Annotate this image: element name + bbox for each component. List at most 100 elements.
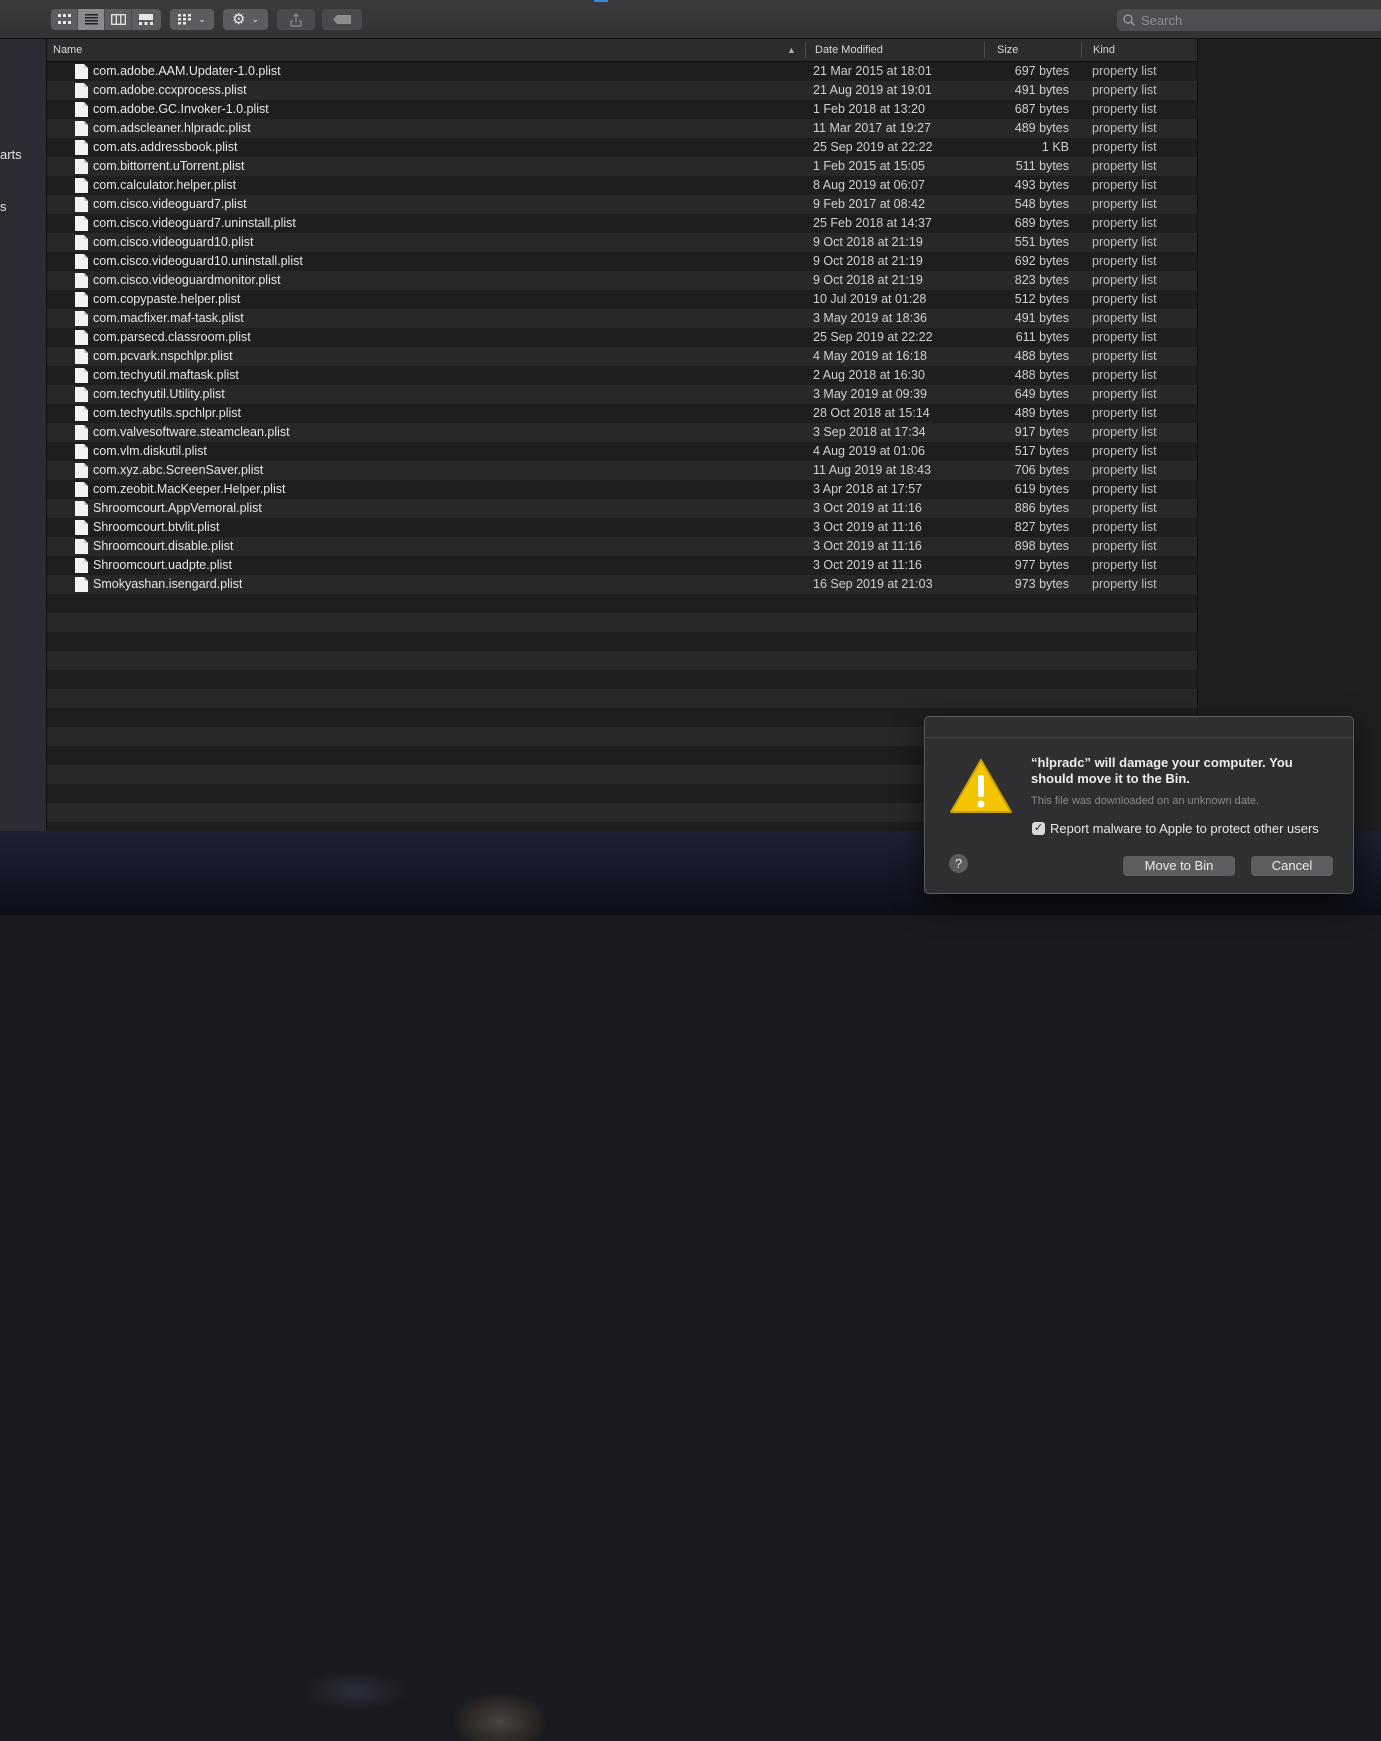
file-name: com.adobe.ccxprocess.plist — [93, 83, 247, 97]
folder-title-icon — [594, 0, 608, 2]
file-kind: property list — [1092, 121, 1157, 135]
file-row[interactable]: com.copypaste.helper.plist 10 Jul 2019 at… — [47, 290, 1197, 309]
file-row[interactable]: Shroomcourt.disable.plist 3 Oct 2019 at 1… — [47, 537, 1197, 556]
search-placeholder: Search — [1141, 12, 1183, 28]
file-date-modified: 1 Feb 2018 at 13:20 — [813, 102, 925, 116]
tag-button[interactable] — [322, 9, 362, 30]
finder-toolbar: ⌄ ⚙ ⌄ Search — [0, 0, 1381, 39]
column-divider[interactable] — [1081, 42, 1082, 58]
file-date-modified: 3 Oct 2019 at 11:16 — [813, 558, 922, 572]
gallery-view-button[interactable] — [132, 9, 159, 30]
file-name: com.cisco.videoguardmonitor.plist — [93, 273, 281, 287]
file-row[interactable]: com.zeobit.MacKeeper.Helper.plist 3 Apr 2… — [47, 480, 1197, 499]
file-date-modified: 3 Oct 2019 at 11:16 — [813, 520, 922, 534]
file-row[interactable]: com.cisco.videoguard10.uninstall.plist 9 … — [47, 252, 1197, 271]
file-name: com.techyutils.spchlpr.plist — [93, 406, 241, 420]
file-row[interactable]: com.cisco.videoguard10.plist 9 Oct 2018 a… — [47, 233, 1197, 252]
share-button[interactable] — [277, 9, 315, 30]
file-size: 619 bytes — [1014, 482, 1069, 496]
empty-row — [47, 632, 1197, 651]
file-date-modified: 11 Aug 2019 at 18:43 — [813, 463, 931, 477]
sort-ascending-icon[interactable]: ▲ — [787, 39, 796, 61]
file-name: com.vlm.diskutil.plist — [93, 444, 207, 458]
document-icon — [75, 273, 88, 288]
move-to-bin-button[interactable]: Move to Bin — [1123, 856, 1235, 876]
file-row[interactable]: Shroomcourt.uadpte.plist 3 Oct 2019 at 11… — [47, 556, 1197, 575]
file-size: 491 bytes — [1014, 311, 1069, 325]
file-name: com.zeobit.MacKeeper.Helper.plist — [93, 482, 286, 496]
file-kind: property list — [1092, 425, 1157, 439]
column-header-name[interactable]: Name — [53, 39, 82, 61]
gallery-view-icon — [138, 14, 153, 25]
file-row[interactable]: com.cisco.videoguard7.plist 9 Feb 2017 at… — [47, 195, 1197, 214]
file-name: com.techyutil.Utility.plist — [93, 387, 225, 401]
file-date-modified: 10 Jul 2019 at 01:28 — [813, 292, 927, 306]
file-row[interactable]: Smokyashan.isengard.plist 16 Sep 2019 at … — [47, 575, 1197, 594]
file-size: 689 bytes — [1014, 216, 1069, 230]
icon-view-button[interactable] — [51, 9, 78, 30]
column-header-kind[interactable]: Kind — [1093, 39, 1115, 61]
column-divider[interactable] — [984, 42, 985, 58]
file-row[interactable]: com.cisco.videoguardmonitor.plist 9 Oct 2… — [47, 271, 1197, 290]
file-row[interactable]: com.valvesoftware.steamclean.plist 3 Sep … — [47, 423, 1197, 442]
file-date-modified: 9 Oct 2018 at 21:19 — [813, 273, 923, 287]
file-row[interactable]: com.techyutil.maftask.plist 2 Aug 2018 at… — [47, 366, 1197, 385]
file-date-modified: 3 Sep 2018 at 17:34 — [813, 425, 926, 439]
group-by-button[interactable]: ⌄ — [170, 9, 214, 30]
file-row[interactable]: com.adscleaner.hlpradc.plist 11 Mar 2017 … — [47, 119, 1197, 138]
document-icon — [75, 292, 88, 307]
file-date-modified: 25 Sep 2019 at 22:22 — [813, 140, 933, 154]
document-icon — [75, 121, 88, 136]
file-row[interactable]: com.calculator.helper.plist 8 Aug 2019 at… — [47, 176, 1197, 195]
document-icon — [75, 311, 88, 326]
file-kind: property list — [1092, 406, 1157, 420]
column-view-icon — [110, 14, 126, 25]
file-row[interactable]: com.adobe.ccxprocess.plist 21 Aug 2019 at… — [47, 81, 1197, 100]
file-row[interactable]: Shroomcourt.btvlit.plist 3 Oct 2019 at 11… — [47, 518, 1197, 537]
action-menu-button[interactable]: ⚙ ⌄ — [223, 9, 268, 30]
document-icon — [75, 501, 88, 516]
file-kind: property list — [1092, 539, 1157, 553]
file-row[interactable]: com.macfixer.maf-task.plist 3 May 2019 at… — [47, 309, 1197, 328]
sidebar-item-label[interactable]: s — [0, 199, 7, 214]
file-size: 886 bytes — [1014, 501, 1069, 515]
report-malware-label[interactable]: Report malware to Apple to protect other… — [1050, 821, 1319, 836]
column-header-date[interactable]: Date Modified — [815, 39, 883, 61]
file-kind: property list — [1092, 83, 1157, 97]
sidebar-item-label[interactable]: arts — [0, 147, 22, 162]
report-malware-checkbox[interactable]: ✓ — [1032, 822, 1045, 835]
file-kind: property list — [1092, 216, 1157, 230]
file-date-modified: 3 May 2019 at 18:36 — [813, 311, 927, 325]
file-name: Shroomcourt.disable.plist — [93, 539, 234, 553]
file-row[interactable]: com.vlm.diskutil.plist 4 Aug 2019 at 01:0… — [47, 442, 1197, 461]
report-malware-option[interactable]: ✓ Report malware to Apple to protect oth… — [1032, 821, 1319, 836]
file-date-modified: 4 May 2019 at 16:18 — [813, 349, 927, 363]
file-row[interactable]: Shroomcourt.AppVemoral.plist 3 Oct 2019 a… — [47, 499, 1197, 518]
gear-icon: ⚙ — [232, 11, 246, 28]
document-icon — [75, 444, 88, 459]
file-row[interactable]: com.parsecd.classroom.plist 25 Sep 2019 a… — [47, 328, 1197, 347]
file-row[interactable]: com.pcvark.nspchlpr.plist 4 May 2019 at 1… — [47, 347, 1197, 366]
list-view-button[interactable] — [78, 9, 105, 30]
file-row[interactable]: com.adobe.GC.Invoker-1.0.plist 1 Feb 2018… — [47, 100, 1197, 119]
file-kind: property list — [1092, 444, 1157, 458]
column-header-size[interactable]: Size — [997, 39, 1018, 61]
file-row[interactable]: com.techyutils.spchlpr.plist 28 Oct 2018 … — [47, 404, 1197, 423]
file-size: 827 bytes — [1014, 520, 1069, 534]
file-name: com.cisco.videoguard10.plist — [93, 235, 254, 249]
file-kind: property list — [1092, 140, 1157, 154]
help-button[interactable]: ? — [949, 854, 968, 873]
share-icon — [290, 12, 302, 27]
cancel-button[interactable]: Cancel — [1251, 856, 1333, 876]
file-row[interactable]: com.bittorrent.uTorrent.plist 1 Feb 2015 … — [47, 157, 1197, 176]
file-row[interactable]: com.cisco.videoguard7.uninstall.plist 25 … — [47, 214, 1197, 233]
file-row[interactable]: com.xyz.abc.ScreenSaver.plist 11 Aug 2019… — [47, 461, 1197, 480]
file-row[interactable]: com.ats.addressbook.plist 25 Sep 2019 at … — [47, 138, 1197, 157]
file-row[interactable]: com.techyutil.Utility.plist 3 May 2019 at… — [47, 385, 1197, 404]
column-divider[interactable] — [805, 42, 806, 58]
file-date-modified: 3 May 2019 at 09:39 — [813, 387, 927, 401]
column-view-button[interactable] — [105, 9, 132, 30]
file-date-modified: 4 Aug 2019 at 01:06 — [813, 444, 925, 458]
search-field[interactable]: Search — [1117, 9, 1381, 31]
file-row[interactable]: com.adobe.AAM.Updater-1.0.plist 21 Mar 20… — [47, 62, 1197, 81]
